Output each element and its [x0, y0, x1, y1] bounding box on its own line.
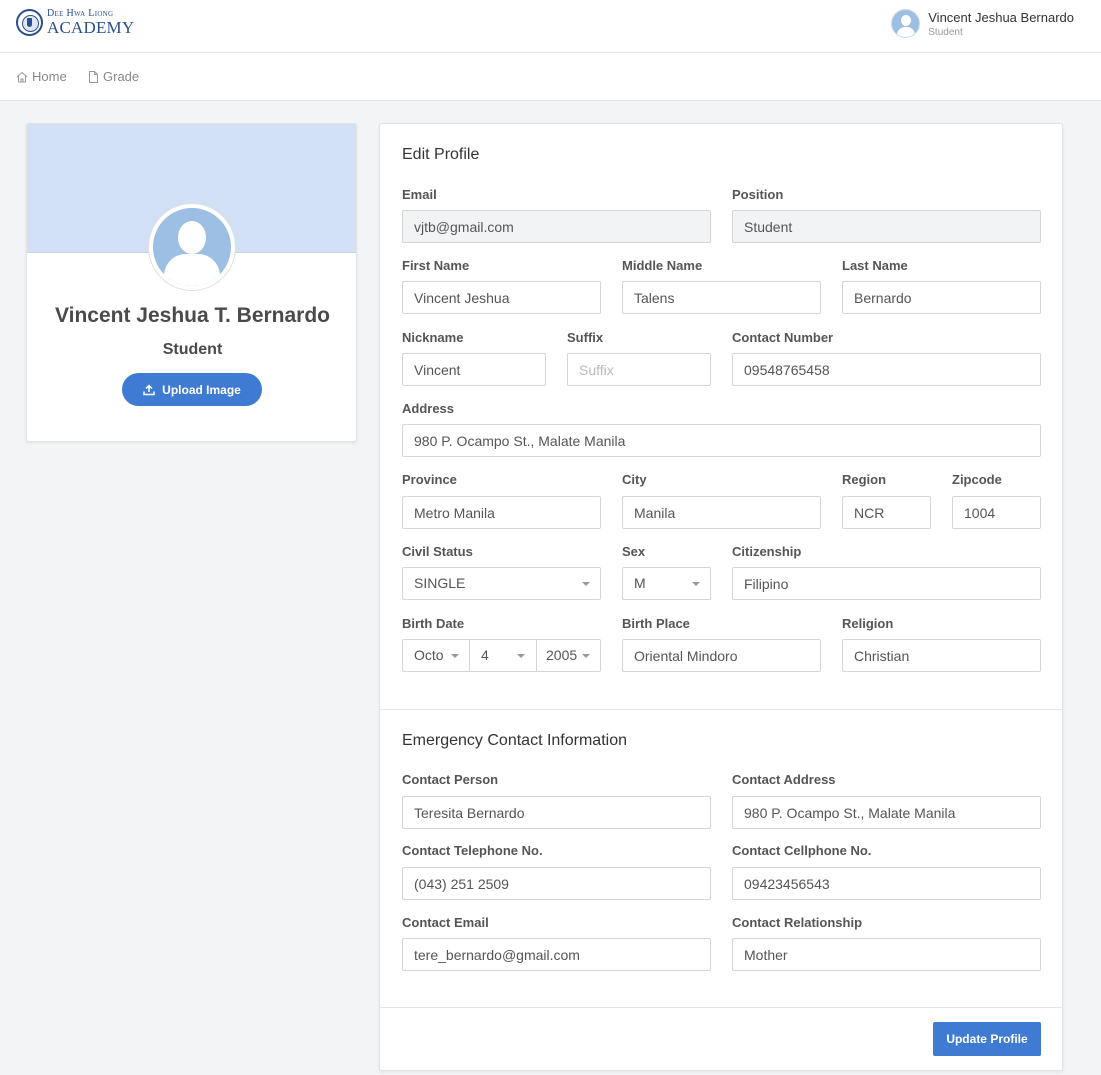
upload-icon: [143, 383, 155, 395]
nav-grade-label: Grade: [103, 69, 140, 84]
contact-cellphone-label: Contact Cellphone No.: [732, 843, 872, 858]
contact-address-field[interactable]: [732, 796, 1041, 829]
contact-number-label: Contact Number: [732, 330, 834, 345]
edit-profile-card: Edit Profile Email Position First Name M…: [379, 123, 1063, 1071]
user-menu[interactable]: Vincent Jeshua Bernardo Student: [891, 9, 1074, 38]
contact-telephone-label: Contact Telephone No.: [402, 843, 543, 858]
school-seal-icon: [16, 9, 43, 36]
document-icon: [89, 70, 98, 83]
brand-logo[interactable]: Dee Hwa Liong ACADEMY: [16, 9, 134, 36]
religion-field[interactable]: [842, 639, 1041, 672]
region-label: Region: [842, 472, 887, 487]
chevron-down-icon: [451, 654, 459, 658]
birth-place-label: Birth Place: [622, 616, 690, 631]
user-info: Vincent Jeshua Bernardo Student: [928, 10, 1074, 38]
nav-bar: Home Grade: [0, 53, 1101, 101]
nickname-field[interactable]: [402, 353, 546, 386]
chevron-down-icon: [582, 654, 590, 658]
last-name-label: Last Name: [842, 258, 908, 273]
address-field[interactable]: [402, 424, 1041, 457]
birth-day-value: 4: [481, 647, 489, 663]
birth-month-value: Octo: [414, 647, 444, 663]
chevron-down-icon: [517, 654, 525, 658]
contact-person-label: Contact Person: [402, 772, 499, 787]
profile-full-name: Vincent Jeshua T. Bernardo: [54, 304, 331, 327]
zipcode-label: Zipcode: [952, 472, 1002, 487]
upload-image-label: Upload Image: [162, 382, 241, 397]
contact-person-field[interactable]: [402, 796, 711, 829]
upload-image-button[interactable]: Upload Image: [122, 373, 262, 406]
suffix-label: Suffix: [567, 330, 604, 345]
nav-grade[interactable]: Grade: [88, 69, 139, 84]
contact-email-label: Contact Email: [402, 915, 489, 930]
first-name-label: First Name: [402, 258, 470, 273]
sex-select[interactable]: M: [622, 567, 711, 600]
footer-divider: [380, 1007, 1062, 1008]
chevron-down-icon: [692, 582, 700, 586]
last-name-field[interactable]: [842, 281, 1041, 314]
user-name: Vincent Jeshua Bernardo: [928, 9, 1074, 25]
middle-name-field[interactable]: [622, 281, 821, 314]
birth-place-field[interactable]: [622, 639, 821, 672]
sex-label: Sex: [622, 544, 646, 559]
contact-address-label: Contact Address: [732, 772, 836, 787]
suffix-field[interactable]: [567, 353, 711, 386]
citizenship-field[interactable]: [732, 567, 1041, 600]
sex-value: M: [634, 575, 646, 591]
birth-year-select[interactable]: 2005: [537, 640, 601, 671]
contact-cellphone-field[interactable]: [732, 867, 1041, 900]
address-label: Address: [402, 401, 455, 416]
birth-month-select[interactable]: Octo: [403, 640, 469, 671]
middle-name-label: Middle Name: [622, 258, 703, 273]
civil-status-label: Civil Status: [402, 544, 473, 559]
update-profile-button[interactable]: Update Profile: [933, 1022, 1041, 1056]
section-divider: [380, 709, 1062, 710]
brand-line2: ACADEMY: [47, 18, 135, 37]
profile-avatar-icon: [149, 204, 235, 290]
contact-email-field[interactable]: [402, 938, 711, 971]
emergency-title: Emergency Contact Information: [402, 732, 627, 749]
province-label: Province: [402, 472, 457, 487]
position-label: Position: [732, 187, 784, 202]
nav-home-label: Home: [32, 69, 67, 84]
city-field[interactable]: [622, 496, 821, 529]
contact-relationship-field[interactable]: [732, 938, 1041, 971]
user-avatar-icon: [891, 9, 921, 38]
edit-profile-title: Edit Profile: [402, 146, 480, 163]
city-label: City: [622, 472, 647, 487]
contact-telephone-field[interactable]: [402, 867, 711, 900]
top-bar: Dee Hwa Liong ACADEMY Vincent Jeshua Ber…: [0, 0, 1101, 53]
region-field[interactable]: [842, 496, 931, 529]
birth-date-group: Octo 4 2005: [402, 639, 601, 672]
chevron-down-icon: [582, 582, 590, 586]
citizenship-label: Citizenship: [732, 544, 802, 559]
birth-day-select[interactable]: 4: [470, 640, 536, 671]
user-role: Student: [928, 26, 963, 38]
birth-date-label: Birth Date: [402, 616, 465, 631]
nav-home[interactable]: Home: [16, 69, 67, 84]
profile-card: Vincent Jeshua T. Bernardo Student Uploa…: [26, 123, 357, 442]
religion-label: Religion: [842, 616, 894, 631]
civil-status-select[interactable]: SINGLE: [402, 567, 601, 600]
contact-relationship-label: Contact Relationship: [732, 915, 863, 930]
first-name-field[interactable]: [402, 281, 601, 314]
email-field[interactable]: [402, 210, 711, 243]
home-icon: [16, 71, 28, 82]
nickname-label: Nickname: [402, 330, 464, 345]
email-label: Email: [402, 187, 437, 202]
zipcode-field[interactable]: [952, 496, 1041, 529]
profile-role: Student: [162, 341, 223, 358]
brand-name: Dee Hwa Liong ACADEMY: [47, 9, 135, 37]
civil-status-value: SINGLE: [414, 575, 466, 591]
contact-number-field[interactable]: [732, 353, 1041, 386]
position-field[interactable]: [732, 210, 1041, 243]
birth-year-value: 2005: [546, 647, 578, 663]
province-field[interactable]: [402, 496, 601, 529]
